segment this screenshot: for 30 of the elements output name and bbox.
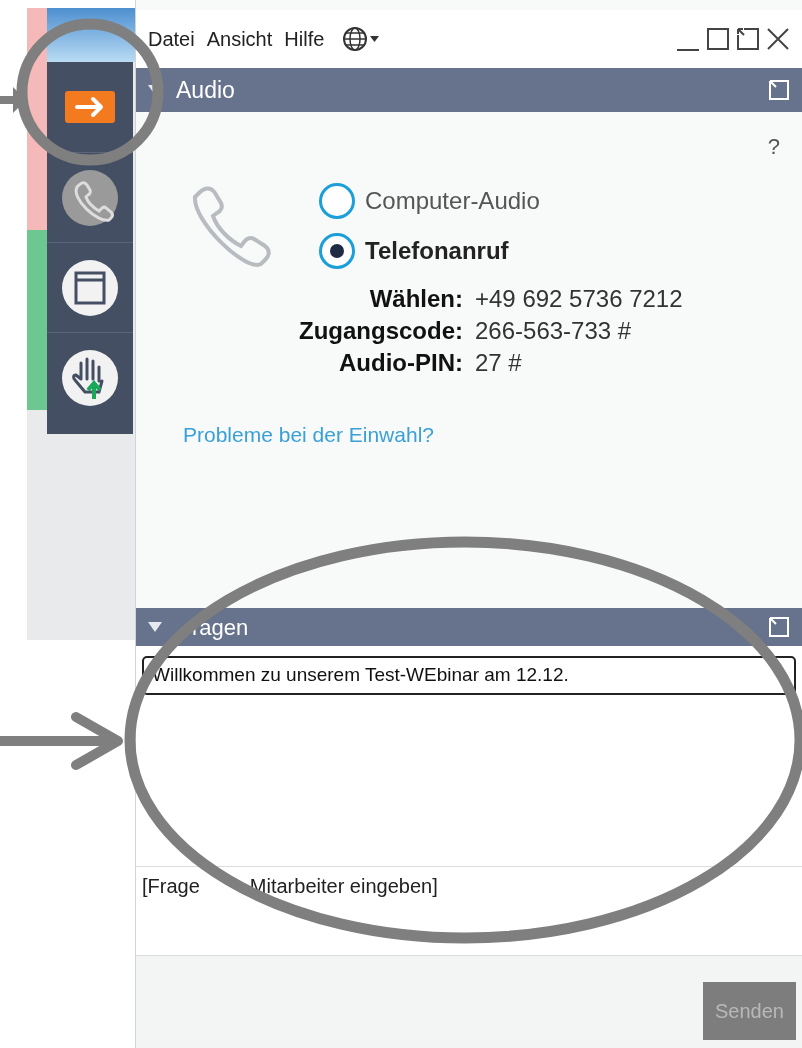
- collapse-icon[interactable]: [148, 621, 162, 633]
- undock-icon[interactable]: [768, 79, 790, 101]
- menu-item[interactable]: Datei: [148, 24, 195, 54]
- menu-item[interactable]: Hilfe: [284, 24, 325, 54]
- radio-button[interactable]: [319, 233, 355, 269]
- raise-hand-icon[interactable]: [61, 348, 119, 407]
- field-label: Audio-PIN:: [338, 348, 463, 378]
- section-title: Audio: [176, 75, 235, 105]
- close-icon[interactable]: [766, 26, 790, 52]
- caret-icon: [370, 36, 380, 42]
- field-value: +49 692 5736 7212: [475, 284, 684, 314]
- phone-icon[interactable]: [61, 168, 119, 227]
- undock-icon[interactable]: [768, 616, 790, 638]
- radio-option[interactable]: Computer-Audio: [319, 183, 540, 219]
- radio-button[interactable]: [319, 183, 355, 219]
- field-label: Zugangscode:: [298, 316, 463, 346]
- radio-option[interactable]: Telefonanruf: [319, 233, 540, 269]
- field-value: 266-563-733 #: [475, 316, 633, 346]
- maximize-icon[interactable]: [706, 26, 730, 52]
- placeholder-text: [Frage: [142, 874, 200, 899]
- field-label: Wählen:: [368, 284, 463, 314]
- help-link[interactable]: ?: [767, 130, 780, 163]
- placeholder-text: Mitarbeiter eingeben]: [249, 874, 438, 899]
- field-value: 27 #: [475, 348, 523, 378]
- window-icon[interactable]: [61, 258, 119, 317]
- undock-icon[interactable]: [736, 26, 760, 52]
- menu-item[interactable]: Ansicht: [206, 24, 273, 54]
- globe-icon: [342, 26, 369, 52]
- globe-dropdown[interactable]: [342, 26, 380, 52]
- question-message: Willkommen zu unserem Test-WEbinar am 12.12.: [142, 656, 796, 695]
